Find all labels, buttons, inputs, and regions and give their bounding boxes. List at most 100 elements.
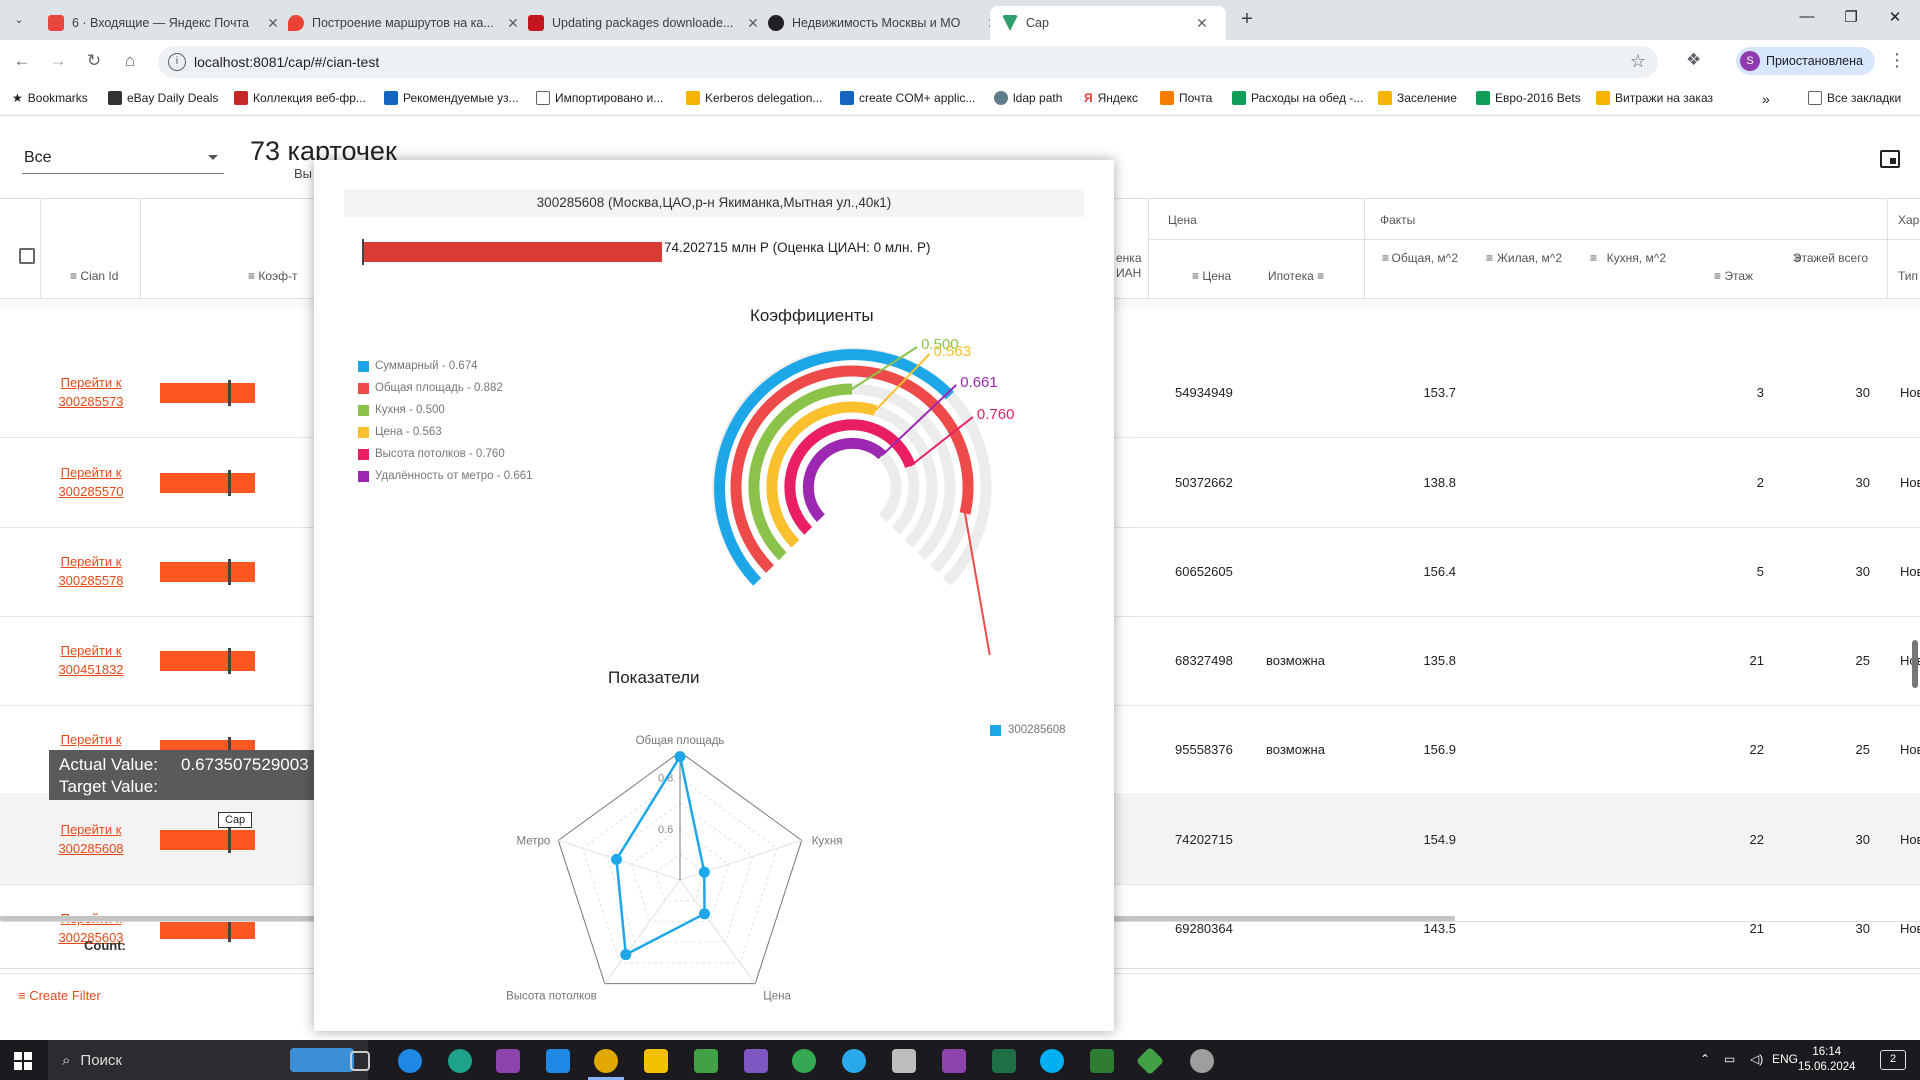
- column-header-coef[interactable]: ≡ Коэф-т: [248, 269, 298, 283]
- browser-tab-realty[interactable]: Недвижимость Москвы и МО ✕: [756, 6, 1013, 40]
- notification-icon[interactable]: 2: [1880, 1050, 1906, 1070]
- ie-icon[interactable]: [398, 1049, 422, 1073]
- column-header-floors-total[interactable]: Этажей всего: [1790, 251, 1868, 266]
- visual-studio-icon[interactable]: [744, 1049, 768, 1073]
- filter-icon[interactable]: ≡: [1317, 269, 1324, 283]
- bookmarks-overflow-icon[interactable]: »: [1762, 91, 1770, 107]
- forward-arrow-icon[interactable]: →: [46, 49, 70, 73]
- radial-legend-item[interactable]: Суммарный - 0.674: [358, 360, 478, 372]
- column-header-floor[interactable]: ≡ Этаж: [1714, 269, 1753, 283]
- radar-point[interactable]: [611, 853, 622, 865]
- browser-tab-packages[interactable]: Updating packages downloade... ✕: [516, 6, 773, 40]
- column-header-price[interactable]: ≡ Цена: [1192, 269, 1231, 283]
- open-card-link[interactable]: Перейти к 300285578: [40, 552, 142, 590]
- excel-icon[interactable]: [992, 1049, 1016, 1073]
- site-info-icon[interactable]: i: [168, 53, 186, 71]
- bookmark-item[interactable]: ★ Bookmarks: [12, 91, 88, 105]
- bookmark-item[interactable]: Почта: [1160, 91, 1212, 105]
- filter-icon[interactable]: ≡: [1382, 251, 1389, 265]
- reload-icon[interactable]: ↻: [82, 49, 106, 73]
- window-close-icon[interactable]: ✕: [1880, 8, 1910, 26]
- app-icon[interactable]: [694, 1049, 718, 1073]
- chrome-icon[interactable]: [792, 1049, 816, 1073]
- volume-icon[interactable]: ◁): [1750, 1052, 1763, 1066]
- bookmark-item[interactable]: Расходы на обед -...: [1232, 91, 1363, 105]
- column-header-mortgage[interactable]: Ипотека ≡: [1268, 269, 1324, 283]
- filter-icon[interactable]: ≡: [1714, 269, 1721, 283]
- bookmark-item[interactable]: Я Яндекс: [1084, 91, 1138, 105]
- bookmark-item[interactable]: eBay Daily Deals: [108, 91, 218, 105]
- bookmark-folder[interactable]: Импортировано и...: [536, 91, 663, 105]
- visual-studio-icon[interactable]: [496, 1049, 520, 1073]
- select-all-checkbox[interactable]: [19, 248, 35, 264]
- column-header-total-area[interactable]: Общая, м^2: [1382, 251, 1458, 266]
- address-bar[interactable]: i localhost:8081/cap/#/cian-test ☆: [158, 46, 1658, 78]
- radial-legend-item[interactable]: Цена - 0.563: [358, 426, 442, 438]
- notepad-icon[interactable]: [1090, 1049, 1114, 1073]
- language-indicator[interactable]: ENG: [1772, 1052, 1798, 1066]
- coef-bullet-bar[interactable]: [160, 648, 255, 674]
- extensions-puzzle-icon[interactable]: ❖: [1686, 50, 1701, 70]
- bookmark-item[interactable]: Евро-2016 Bets: [1476, 91, 1581, 105]
- column-header-type[interactable]: Тип: [1898, 269, 1918, 283]
- radial-legend-item[interactable]: Общая площадь - 0.882: [358, 382, 503, 394]
- create-filter-button[interactable]: ≡ Create Filter: [18, 988, 101, 1003]
- open-card-link[interactable]: Перейти к 300451832: [40, 641, 142, 679]
- bookmark-item[interactable]: Рекомендуемые уз...: [384, 91, 519, 105]
- radar-point[interactable]: [674, 751, 686, 763]
- task-view-icon[interactable]: [350, 1051, 370, 1071]
- radial-legend-item[interactable]: Высота потолков - 0.760: [358, 448, 505, 460]
- tray-chevron-up-icon[interactable]: ⌃: [1700, 1052, 1710, 1066]
- bookmark-item[interactable]: Коллекция веб-фр...: [234, 91, 366, 105]
- all-bookmarks-folder[interactable]: Все закладки: [1808, 91, 1901, 105]
- bookmark-item[interactable]: Заселение: [1378, 91, 1457, 105]
- chrome-icon[interactable]: [594, 1049, 618, 1073]
- column-header-cian-id[interactable]: ≡ Cian Id: [70, 269, 118, 283]
- windows-start-icon[interactable]: [14, 1052, 32, 1070]
- taskbar-search[interactable]: ⌕ Поиск: [48, 1040, 368, 1080]
- home-icon[interactable]: ⌂: [118, 49, 142, 73]
- radial-legend-item[interactable]: Удалённость от метро - 0.661: [358, 470, 533, 482]
- bookmark-item[interactable]: Витражи на заказ: [1596, 91, 1713, 105]
- restore-icon[interactable]: ❐: [1836, 8, 1866, 26]
- browser-tab-cap[interactable]: Cap ✕: [990, 6, 1226, 40]
- vscode-icon[interactable]: [546, 1049, 570, 1073]
- vertical-scrollbar[interactable]: [1912, 640, 1918, 688]
- edge-icon[interactable]: [448, 1049, 472, 1073]
- column-header-cian-estimate[interactable]: енка ИАН: [1116, 251, 1148, 281]
- diamond-app-icon[interactable]: [1135, 1046, 1165, 1076]
- skype-icon[interactable]: [1040, 1049, 1064, 1073]
- network-icon[interactable]: ▭: [1724, 1052, 1735, 1066]
- radial-bar[interactable]: [802, 437, 887, 522]
- coef-bullet-bar[interactable]: [160, 380, 255, 406]
- coef-bullet-bar[interactable]: [160, 559, 255, 585]
- filter-select[interactable]: Все: [22, 146, 224, 174]
- filter-icon[interactable]: ≡: [1486, 251, 1493, 265]
- browser-menu-icon[interactable]: ⋮: [1888, 50, 1906, 71]
- new-tab-button[interactable]: +: [1235, 8, 1259, 31]
- bookmark-star-icon[interactable]: ☆: [1630, 51, 1646, 72]
- column-chooser-icon[interactable]: [1880, 150, 1900, 168]
- filter-icon[interactable]: ≡: [1192, 269, 1199, 283]
- radar-point[interactable]: [699, 908, 710, 920]
- browser-tab-mail[interactable]: 6 · Входящие — Яндекс Почта ✕: [36, 6, 293, 40]
- tab-search-chevron-icon[interactable]: ⌄: [8, 9, 30, 31]
- file-explorer-icon[interactable]: [644, 1049, 668, 1073]
- tools-icon[interactable]: [892, 1049, 916, 1073]
- filter-icon[interactable]: ≡: [1590, 251, 1597, 265]
- filter-icon[interactable]: ≡: [248, 269, 255, 283]
- radar-point[interactable]: [698, 866, 710, 878]
- visual-studio-icon[interactable]: [942, 1049, 966, 1073]
- open-card-link[interactable]: Перейти к 300285573: [40, 373, 142, 411]
- radial-legend-item[interactable]: Кухня - 0.500: [358, 404, 445, 416]
- url-text[interactable]: localhost:8081/cap/#/cian-test: [194, 54, 379, 70]
- column-header-living-area[interactable]: Жилая, м^2: [1486, 251, 1562, 266]
- profile-button[interactable]: S Приостановлена: [1736, 47, 1875, 75]
- bookmark-item[interactable]: ldap path: [994, 91, 1062, 105]
- telegram-icon[interactable]: [842, 1049, 866, 1073]
- radar-point[interactable]: [620, 949, 632, 961]
- taskbar-clock[interactable]: 16:14 15.06.2024: [1798, 1045, 1856, 1075]
- bookmark-item[interactable]: create COM+ applic...: [840, 91, 975, 105]
- back-arrow-icon[interactable]: ←: [10, 49, 34, 73]
- close-icon[interactable]: ✕: [1194, 15, 1210, 32]
